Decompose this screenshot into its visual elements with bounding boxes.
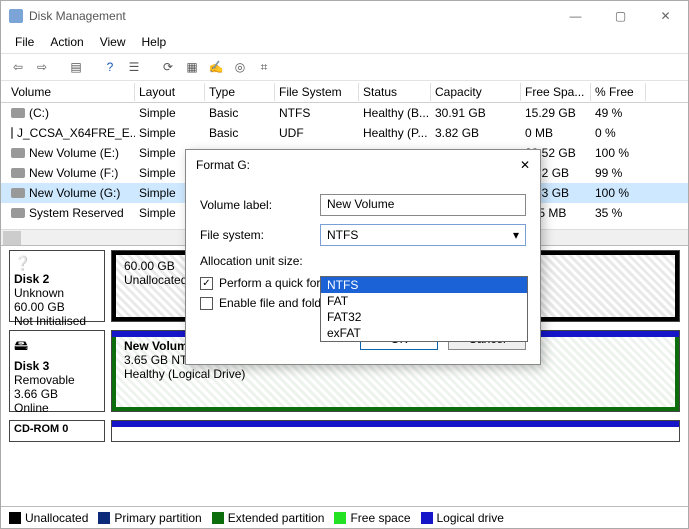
file-system-dropdown: NTFS FAT FAT32 exFAT <box>320 276 528 342</box>
col-layout[interactable]: Layout <box>135 83 205 101</box>
back-icon[interactable]: ⇦ <box>7 56 29 78</box>
menu-help[interactable]: Help <box>136 33 173 51</box>
disk2-header[interactable]: ❔ Disk 2 Unknown 60.00 GB Not Initialise… <box>9 250 105 322</box>
disk-icon <box>11 108 25 118</box>
view-icon[interactable]: ☰ <box>123 56 145 78</box>
window-title: Disk Management <box>29 9 553 23</box>
legend: Unallocated Primary partition Extended p… <box>1 506 688 528</box>
disk-icon: 🖴 <box>14 335 100 359</box>
format-dialog: Format G: ✕ Volume label: New Volume Fil… <box>185 149 541 365</box>
disk-icon <box>11 188 25 198</box>
close-button[interactable]: ✕ <box>643 2 688 30</box>
action1-icon[interactable]: ▦ <box>181 56 203 78</box>
col-pct[interactable]: % Free <box>591 83 646 101</box>
checkbox-unchecked-icon <box>200 297 213 310</box>
col-type[interactable]: Type <box>205 83 275 101</box>
disk-icon <box>11 208 25 218</box>
legend-swatch-free <box>334 512 346 524</box>
disk3-header[interactable]: 🖴 Disk 3 Removable 3.66 GB Online <box>9 330 105 412</box>
col-capacity[interactable]: Capacity <box>431 83 521 101</box>
legend-swatch-logical <box>421 512 433 524</box>
col-volume[interactable]: Volume <box>7 83 135 101</box>
menu-file[interactable]: File <box>9 33 40 51</box>
disk-icon <box>11 148 25 158</box>
file-system-select[interactable]: NTFS ▾ <box>320 224 526 246</box>
volume-label-label: Volume label: <box>200 198 320 212</box>
menu-action[interactable]: Action <box>44 33 89 51</box>
dialog-close-icon[interactable]: ✕ <box>520 158 530 172</box>
list-header: Volume Layout Type File System Status Ca… <box>1 81 688 103</box>
col-free[interactable]: Free Spa... <box>521 83 591 101</box>
volume-label-input[interactable]: New Volume <box>320 194 526 216</box>
legend-swatch-primary <box>98 512 110 524</box>
refresh-icon[interactable]: ⟳ <box>157 56 179 78</box>
action3-icon[interactable]: ◎ <box>229 56 251 78</box>
legend-swatch-extended <box>212 512 224 524</box>
dropdown-option-fat[interactable]: FAT <box>321 293 527 309</box>
disk-row-cdrom: CD-ROM 0 <box>9 420 680 442</box>
file-system-label: File system: <box>200 228 320 242</box>
allocation-size-label: Allocation unit size: <box>200 254 320 268</box>
titlebar: Disk Management — ▢ ✕ <box>1 1 688 31</box>
checkbox-checked-icon: ✓ <box>200 277 213 290</box>
list-item[interactable]: J_CCSA_X64FRE_E... SimpleBasic UDFHealth… <box>1 123 688 143</box>
panel-icon[interactable]: ▤ <box>65 56 87 78</box>
toolbar: ⇦ ⇨ ▤ ? ☰ ⟳ ▦ ✍ ◎ ⌗ <box>1 53 688 81</box>
app-icon <box>9 9 23 23</box>
maximize-button[interactable]: ▢ <box>598 2 643 30</box>
dialog-title: Format G: <box>196 158 520 172</box>
legend-swatch-unallocated <box>9 512 21 524</box>
menubar: File Action View Help <box>1 31 688 53</box>
col-status[interactable]: Status <box>359 83 431 101</box>
action4-icon[interactable]: ⌗ <box>253 56 275 78</box>
disk-icon <box>11 168 25 178</box>
list-item[interactable]: (C:) SimpleBasic NTFSHealthy (B... 30.91… <box>1 103 688 123</box>
minimize-button[interactable]: — <box>553 2 598 30</box>
action2-icon[interactable]: ✍ <box>205 56 227 78</box>
col-fs[interactable]: File System <box>275 83 359 101</box>
dialog-titlebar: Format G: ✕ <box>186 150 540 180</box>
window-controls: — ▢ ✕ <box>553 2 688 30</box>
forward-icon[interactable]: ⇨ <box>31 56 53 78</box>
chevron-down-icon: ▾ <box>513 228 519 242</box>
cdrom-body <box>111 420 680 442</box>
cdrom-header[interactable]: CD-ROM 0 <box>9 420 105 442</box>
disk-management-window: Disk Management — ▢ ✕ File Action View H… <box>0 0 689 529</box>
dropdown-option-fat32[interactable]: FAT32 <box>321 309 527 325</box>
dropdown-option-exfat[interactable]: exFAT <box>321 325 527 341</box>
menu-view[interactable]: View <box>94 33 132 51</box>
dropdown-option-ntfs[interactable]: NTFS <box>321 277 527 293</box>
help-overlay-icon: ❔ <box>14 255 100 272</box>
help-icon[interactable]: ? <box>99 56 121 78</box>
dvd-icon <box>11 127 13 139</box>
